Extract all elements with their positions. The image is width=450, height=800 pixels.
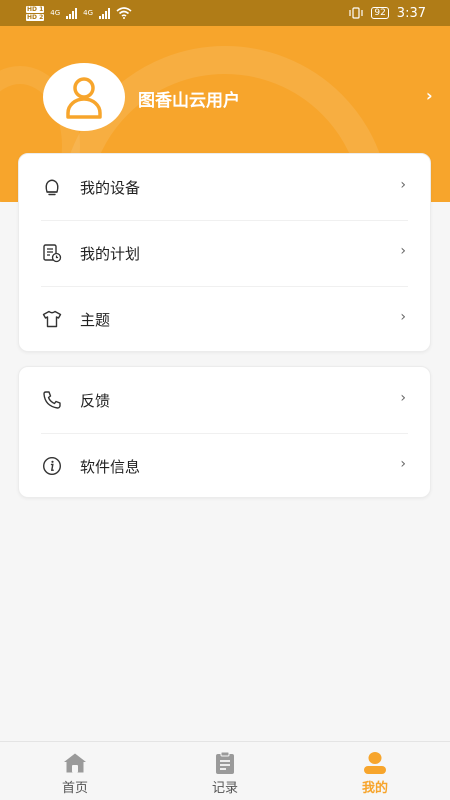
chevron-right-icon: › (400, 309, 406, 325)
nav-records[interactable]: 记录 (150, 742, 300, 800)
menu-item-label: 主题 (80, 310, 111, 329)
menu-item-label: 反馈 (80, 391, 111, 410)
shirt-icon (41, 308, 63, 330)
avatar[interactable] (43, 63, 125, 131)
status-bar: HD 1 HD 2 4G 4G 92 3:37 (0, 0, 450, 26)
wifi-icon (116, 7, 132, 19)
menu-item-feedback[interactable]: 反馈 › (19, 367, 430, 433)
status-left: HD 1 HD 2 4G 4G (26, 5, 132, 21)
sim2-badge: HD 2 (26, 13, 45, 21)
nav-mine[interactable]: 我的 (300, 742, 450, 800)
menu-item-my-devices[interactable]: 我的设备 › (19, 154, 430, 220)
menu-card-primary: 我的设备 › 我的计划 › 主题 › (18, 153, 431, 352)
sim1-badge: HD 1 (26, 5, 45, 13)
chevron-right-icon[interactable]: › (426, 86, 433, 105)
device-icon (41, 176, 63, 198)
vibrate-icon (349, 7, 363, 19)
nav-records-label: 记录 (211, 781, 238, 796)
signal-icon (66, 7, 78, 19)
bottom-nav: 首页 记录 我的 (0, 741, 450, 800)
user-icon (66, 77, 102, 119)
chevron-right-icon: › (400, 456, 406, 472)
menu-item-my-plans[interactable]: 我的计划 › (19, 220, 430, 286)
phone-icon (41, 389, 63, 411)
clipboard-icon (214, 751, 236, 775)
menu-item-label: 我的计划 (80, 244, 141, 263)
menu-item-label: 我的设备 (80, 178, 141, 197)
chevron-right-icon: › (400, 390, 406, 406)
username[interactable]: 图香山云用户 (138, 86, 240, 111)
menu-item-theme[interactable]: 主题 › (19, 286, 430, 352)
nav-home-label: 首页 (61, 781, 88, 796)
battery-icon: 92 (371, 7, 389, 19)
menu-item-app-info[interactable]: 软件信息 › (19, 433, 430, 499)
signal-icon-2 (99, 7, 111, 19)
plan-icon (41, 242, 63, 264)
chevron-right-icon: › (400, 243, 406, 259)
menu-item-label: 软件信息 (80, 457, 141, 476)
menu-card-secondary: 反馈 › 软件信息 › (18, 366, 431, 498)
status-right: 92 3:37 (349, 6, 426, 21)
nav-mine-label: 我的 (361, 781, 388, 796)
info-icon (41, 455, 63, 477)
sim-indicators: HD 1 HD 2 (26, 5, 45, 21)
clock: 3:37 (396, 5, 426, 21)
chevron-right-icon: › (400, 177, 406, 193)
user-filled-icon (362, 751, 388, 775)
nav-home[interactable]: 首页 (0, 742, 150, 800)
home-icon (62, 751, 88, 775)
network-type-2: 4G (83, 9, 94, 17)
network-type: 4G (50, 9, 61, 17)
